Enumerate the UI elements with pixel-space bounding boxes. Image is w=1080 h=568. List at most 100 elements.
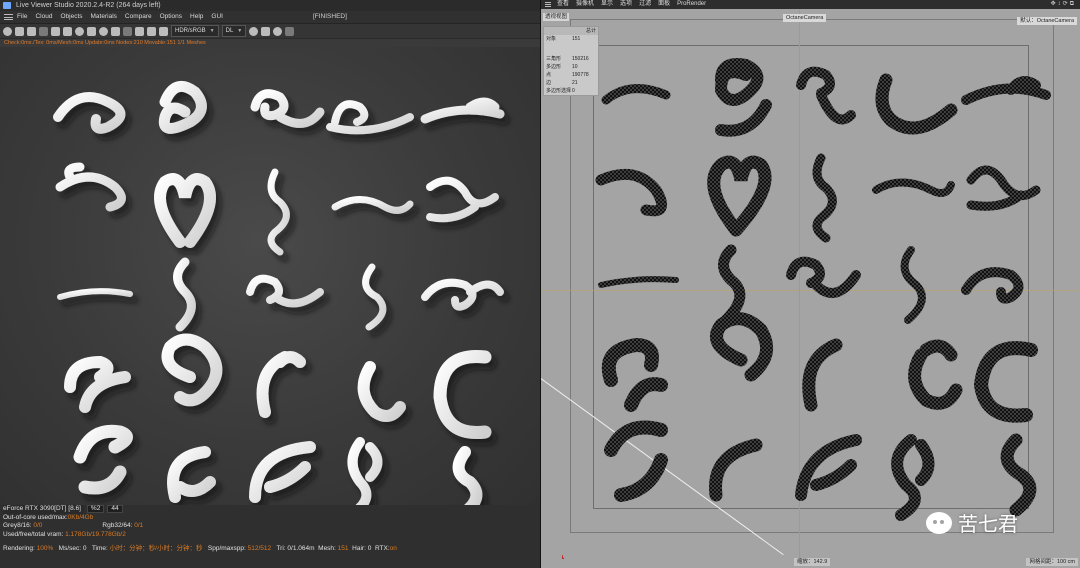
info-icon[interactable] <box>285 26 295 36</box>
display-mode-value: HDR/sRGB <box>175 28 206 34</box>
view-label[interactable]: 透视视图 <box>543 13 570 21</box>
ooc-row: Out-of-core used/max:0Kb/4Gb <box>0 514 540 523</box>
clay-mode-icon[interactable] <box>111 26 120 36</box>
save-image-icon[interactable] <box>135 26 144 36</box>
tri-label: Tri: <box>276 544 286 552</box>
render-view[interactable] <box>0 47 540 518</box>
aov-icon[interactable] <box>273 26 283 36</box>
pick-material-icon[interactable] <box>99 26 108 36</box>
render-stats-panel: eForce RTX 3090[DT] [8.6] %2 44 Out-of-cor… <box>0 505 540 568</box>
live-viewer-menubar: File Cloud Objects Materials Compare Opt… <box>0 11 540 24</box>
scene-check-line: Check:0ms./Tex: 0ms/Mesh:0ms Update:0ms … <box>4 40 206 46</box>
pause-icon[interactable] <box>39 26 48 36</box>
stats-row: 对象 151 <box>544 35 598 43</box>
grey-label: Grey8/16: <box>3 522 32 530</box>
stats-key: 点 <box>546 72 552 78</box>
film-region-icon[interactable] <box>123 26 132 36</box>
vram-row: Used/free/total vram: 1.178Gb/19.778Gb/2 <box>0 531 540 540</box>
ooc-label: Out-of-core used/max: <box>3 513 68 521</box>
pick-focus-icon[interactable] <box>75 26 84 36</box>
stats-row: 点 190778 <box>544 71 598 79</box>
octane-logo-icon <box>3 2 11 9</box>
gpu-temp: 44 <box>107 505 123 513</box>
camera-tag[interactable]: OctaneCamera <box>783 14 827 22</box>
stats-header: 总计 <box>544 27 598 35</box>
rgb-label: Rgb32/64: <box>102 522 133 530</box>
hair-value: 0 <box>367 544 372 552</box>
stats-value: 151 <box>572 36 581 42</box>
chevron-down-icon: ▼ <box>237 28 243 34</box>
axis-gizmo-icon: ┗ <box>561 556 565 562</box>
restart-icon[interactable] <box>27 26 36 36</box>
window-title: Live Viewer Studio 2020.2.4-R2 (264 days… <box>16 2 161 9</box>
gpu-name: eForce RTX 3090[DT] [8.6] <box>3 505 84 514</box>
wireframe-ornaments <box>595 58 1051 521</box>
rendering-label: Rendering: <box>3 544 35 552</box>
stats-key: 对象 <box>546 36 557 42</box>
grey-value: 0/0 <box>33 522 43 530</box>
mssec-label: Ms/sec: <box>58 544 82 552</box>
stop-icon[interactable] <box>51 26 60 36</box>
menu-compare[interactable]: Compare <box>125 11 152 23</box>
vram-label: Used/free/total vram: <box>3 531 64 539</box>
stats-row: 三角形 150216 <box>544 55 598 63</box>
watermark: 苦七君 <box>926 508 1018 537</box>
mesh-label: Mesh: <box>318 544 336 552</box>
kernel-value: DL <box>225 28 234 34</box>
tri-value: 0/1.064m <box>287 544 315 552</box>
region-icon[interactable] <box>87 26 96 36</box>
spp-value: 512/512 <box>247 544 272 552</box>
mesh-value: 151 <box>337 544 349 552</box>
hamburger-icon[interactable] <box>4 13 13 22</box>
stats-value: 190778 <box>572 72 589 78</box>
lock-icon[interactable] <box>63 26 72 36</box>
grid-spacing-readout: 网格间距：100 cm <box>1026 558 1078 566</box>
stats-value: 21 <box>572 80 578 86</box>
mssec-value: 0 <box>82 544 87 552</box>
live-viewer-toolbar: HDR/sRGB ▼ DL ▼ <box>0 24 540 39</box>
active-camera-label[interactable]: 默认：OctaneCamera <box>1017 17 1077 25</box>
vram-value: 1.178Gb/19.778Gb/2 <box>65 531 126 539</box>
menu-cloud[interactable]: Cloud <box>35 11 52 23</box>
watermark-text: 苦七君 <box>958 512 1018 536</box>
menu-file[interactable]: File <box>17 11 27 23</box>
gpu-row: eForce RTX 3090[DT] [8.6] %2 44 <box>0 505 540 514</box>
live-viewer-window: Live Viewer Studio 2020.2.4-R2 (264 days… <box>0 0 540 568</box>
lens-icon[interactable] <box>249 26 259 36</box>
stats-value: 0 <box>572 88 575 94</box>
render-status: [FINISHED] <box>312 13 347 20</box>
gpu-usage: %2 <box>86 505 105 513</box>
zoom-icon[interactable] <box>159 26 168 36</box>
compare-icon[interactable] <box>147 26 156 36</box>
menu-gui[interactable]: GUI <box>211 11 223 23</box>
camera-icon[interactable] <box>261 26 271 36</box>
time-value: 小时：分钟：秒/小时：分钟：秒 <box>109 544 203 552</box>
scene-stats-hud: 总计 对象 151 三角形 150216 多边形 10 点 190778 边 21 多边形… <box>543 26 599 96</box>
zoom-readout: 缩放：142.9 <box>794 558 831 566</box>
settings-icon[interactable] <box>3 26 12 36</box>
time-label: Time: <box>91 544 108 552</box>
rtx-value: on <box>389 544 397 552</box>
kernel-select[interactable]: DL ▼ <box>221 25 247 37</box>
menu-objects[interactable]: Objects <box>60 11 82 23</box>
stats-key: 三角形 <box>546 56 562 62</box>
wechat-icon <box>926 511 952 534</box>
stats-key: 多边形 <box>546 64 562 70</box>
rendered-ornaments <box>53 80 505 518</box>
stats-value: 10 <box>572 64 578 70</box>
send-scene-icon[interactable] <box>15 26 24 36</box>
ooc-value: 0Kb/4Gb <box>67 513 94 521</box>
live-viewer-titlebar: Live Viewer Studio 2020.2.4-R2 (264 days… <box>0 0 540 11</box>
rgb-value: 0/1 <box>134 522 144 530</box>
menu-options[interactable]: Options <box>160 11 182 23</box>
stats-key: 多边形选择 <box>546 88 572 94</box>
stats-key: 边 <box>546 80 552 86</box>
c4d-viewport[interactable]: 查看 摄像机 显示 选项 过滤 面板 ProRender ✥↕⟳⧉ 透视视图 总… <box>541 0 1080 568</box>
menu-materials[interactable]: Materials <box>91 11 117 23</box>
rendering-row: Rendering: 100% Ms/sec: 0 Time: 小时：分钟：秒/… <box>0 545 540 554</box>
rtx-label: RTX: <box>374 544 390 552</box>
texture-row: Grey8/16: 0/0 Rgb32/64: 0/1 <box>0 522 540 531</box>
display-mode-select[interactable]: HDR/sRGB ▼ <box>171 25 219 37</box>
stats-row: 多边形 10 <box>544 63 598 71</box>
menu-help[interactable]: Help <box>190 11 203 23</box>
